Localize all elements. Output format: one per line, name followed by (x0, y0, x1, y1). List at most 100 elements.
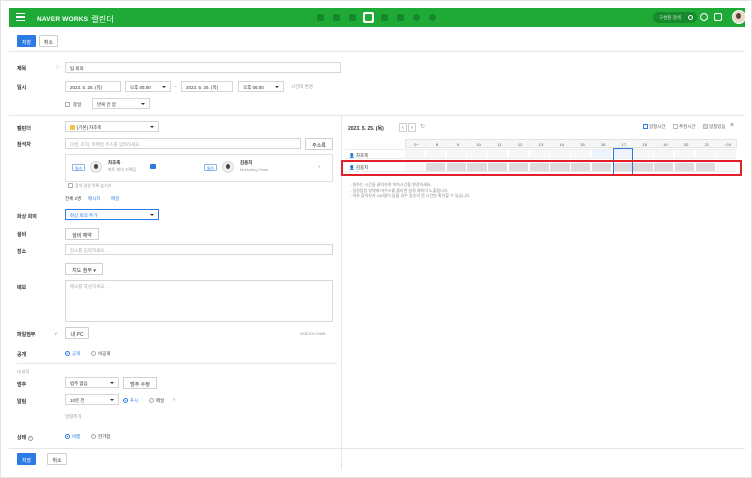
video-select[interactable]: 화상 회의 추가 (65, 209, 159, 220)
time-slot[interactable] (529, 150, 550, 158)
envelope-app-icon[interactable] (347, 12, 358, 23)
time-slot[interactable] (571, 150, 592, 158)
time-slot[interactable] (425, 150, 446, 158)
time-slot[interactable] (550, 150, 571, 158)
repeat-select[interactable]: 반복 안 함 (92, 98, 150, 109)
title-input[interactable]: 팀 회의 (65, 62, 341, 73)
hour-label: 10 (476, 142, 481, 147)
chevron-down-icon (150, 213, 154, 216)
member-search[interactable]: 구성원 검색 (653, 12, 697, 23)
chevron-down-icon[interactable]: ∨ (54, 331, 57, 337)
hour-label: 9 (456, 142, 459, 147)
cancel-button[interactable]: 취소 (47, 453, 67, 465)
place-input[interactable]: 장소를 입력하세요. (65, 244, 333, 255)
attendee-dept: Marketing Team (240, 167, 269, 172)
end-date-input[interactable]: 2023. 5. 25. (목) (181, 81, 233, 92)
attendee-input[interactable]: 이름, 조직, 이메일 주소를 입력하세요. (65, 138, 301, 149)
contacts-app-icon[interactable] (379, 12, 390, 23)
top-bar: NAVER WORKS 캘린더 구성원 검색 (9, 8, 746, 27)
close-icon[interactable]: × (173, 397, 176, 402)
gear-icon[interactable] (714, 13, 722, 21)
home-app-icon[interactable] (411, 12, 422, 23)
close-icon[interactable]: × (318, 164, 321, 169)
brand-logo[interactable]: NAVER WORKS 캘린더 (37, 13, 114, 24)
mail-radio[interactable] (149, 398, 154, 403)
prev-day-button[interactable]: ‹ (399, 123, 407, 132)
star-icon[interactable]: ☆ (55, 64, 60, 71)
hour-label: 17 (621, 142, 627, 147)
time-slot[interactable] (467, 150, 488, 158)
busy-radio[interactable] (65, 434, 70, 439)
hide-list-checkbox[interactable] (68, 183, 73, 188)
time-slot[interactable] (488, 150, 509, 158)
time-slot[interactable] (674, 150, 695, 158)
time-slot[interactable] (716, 150, 737, 158)
cancel-button[interactable]: 취소 (39, 35, 58, 47)
hour-label: ~24 (724, 142, 732, 147)
free-radio[interactable] (91, 434, 96, 439)
timezone-link[interactable]: 시간대 변경 (291, 84, 313, 90)
calendar-app-icon[interactable] (363, 12, 374, 23)
time-slot[interactable] (695, 150, 716, 158)
allday-checkbox[interactable] (65, 102, 70, 107)
address-book-button[interactable]: 주소록 (305, 138, 333, 150)
legend-recommend: 추천시간 (673, 124, 696, 130)
time-slot[interactable] (446, 150, 467, 158)
legend-swatch (643, 124, 648, 129)
hour-label: 18 (642, 142, 647, 147)
hour-label: 8 (436, 142, 439, 147)
attach-label: 파일첨부 (17, 332, 36, 338)
alarm-select[interactable]: 10분 전 (65, 394, 119, 405)
public-option: 공개 (72, 351, 81, 356)
hour-label: 19 (663, 142, 668, 147)
attendee-card: 필수 차조축 파트 회의 기획팀 필수 김용지 Marketing Team × (65, 154, 333, 182)
help-icon[interactable] (700, 13, 708, 21)
chevron-down-icon (275, 85, 279, 88)
category-edit-button[interactable]: 범주 수정 (123, 377, 157, 389)
attendee-count: 전체 2명 (65, 196, 82, 201)
message-app-icon[interactable] (331, 12, 342, 23)
memo-textarea[interactable]: 메모를 작성하세요. (65, 280, 333, 322)
push-radio[interactable] (123, 398, 128, 403)
chevron-down-icon (110, 381, 114, 384)
equipment-button[interactable]: 설비 예약 (65, 228, 99, 240)
mail-option: 메일 (156, 398, 165, 403)
start-time-select[interactable]: 오후 05:00 (125, 81, 171, 92)
start-date-input[interactable]: 2023. 5. 25. (목) (65, 81, 121, 92)
next-day-button[interactable]: › (408, 123, 416, 132)
avatar[interactable] (732, 10, 746, 24)
hour-label: 20 (683, 142, 689, 147)
end-time-select[interactable]: 오후 06:00 (238, 81, 284, 92)
map-button[interactable]: 지도 첨부 ▾ (65, 263, 103, 275)
my-pc-button[interactable]: 내 PC (65, 327, 89, 339)
time-slot[interactable] (405, 150, 426, 158)
mail-app-icon[interactable] (315, 12, 326, 23)
category-select[interactable]: 범주 없음 (65, 377, 119, 388)
busy-option: 바쁨 (72, 434, 81, 439)
close-icon[interactable]: × (730, 122, 734, 129)
private-radio[interactable] (91, 351, 96, 356)
circle-app-icon[interactable] (427, 12, 438, 23)
time-slot[interactable] (633, 150, 654, 158)
refresh-icon[interactable]: ↻ (420, 123, 425, 130)
time-slot[interactable] (654, 150, 675, 158)
save-button[interactable]: 저장 (17, 35, 36, 47)
schedule-notes: - 원하는 시간을 클릭하여 약속시간을 변경하세요. - 일정있음 영역에 마… (350, 182, 471, 199)
save-button[interactable]: 저장 (17, 453, 36, 465)
avatar (222, 161, 234, 173)
message-link[interactable]: 메시지 (88, 196, 100, 202)
chevron-down-icon (150, 125, 154, 128)
help-icon[interactable]: ? (27, 436, 33, 441)
free-option: 한가함 (98, 434, 111, 439)
required-tag[interactable]: 필수 (204, 164, 218, 171)
alarm-add-link[interactable]: 알림추가 (65, 414, 82, 420)
time-slot[interactable] (508, 150, 529, 158)
required-tag[interactable]: 필수 (72, 164, 86, 171)
menu-icon[interactable] (16, 13, 25, 21)
public-radio[interactable] (65, 351, 70, 356)
time-slot[interactable] (591, 150, 612, 158)
memo-label: 메모 (17, 285, 27, 291)
mail-link[interactable]: 메일 (111, 196, 119, 202)
calendar-select[interactable]: [기본] 차조축 (65, 121, 159, 132)
drive-app-icon[interactable] (395, 12, 406, 23)
